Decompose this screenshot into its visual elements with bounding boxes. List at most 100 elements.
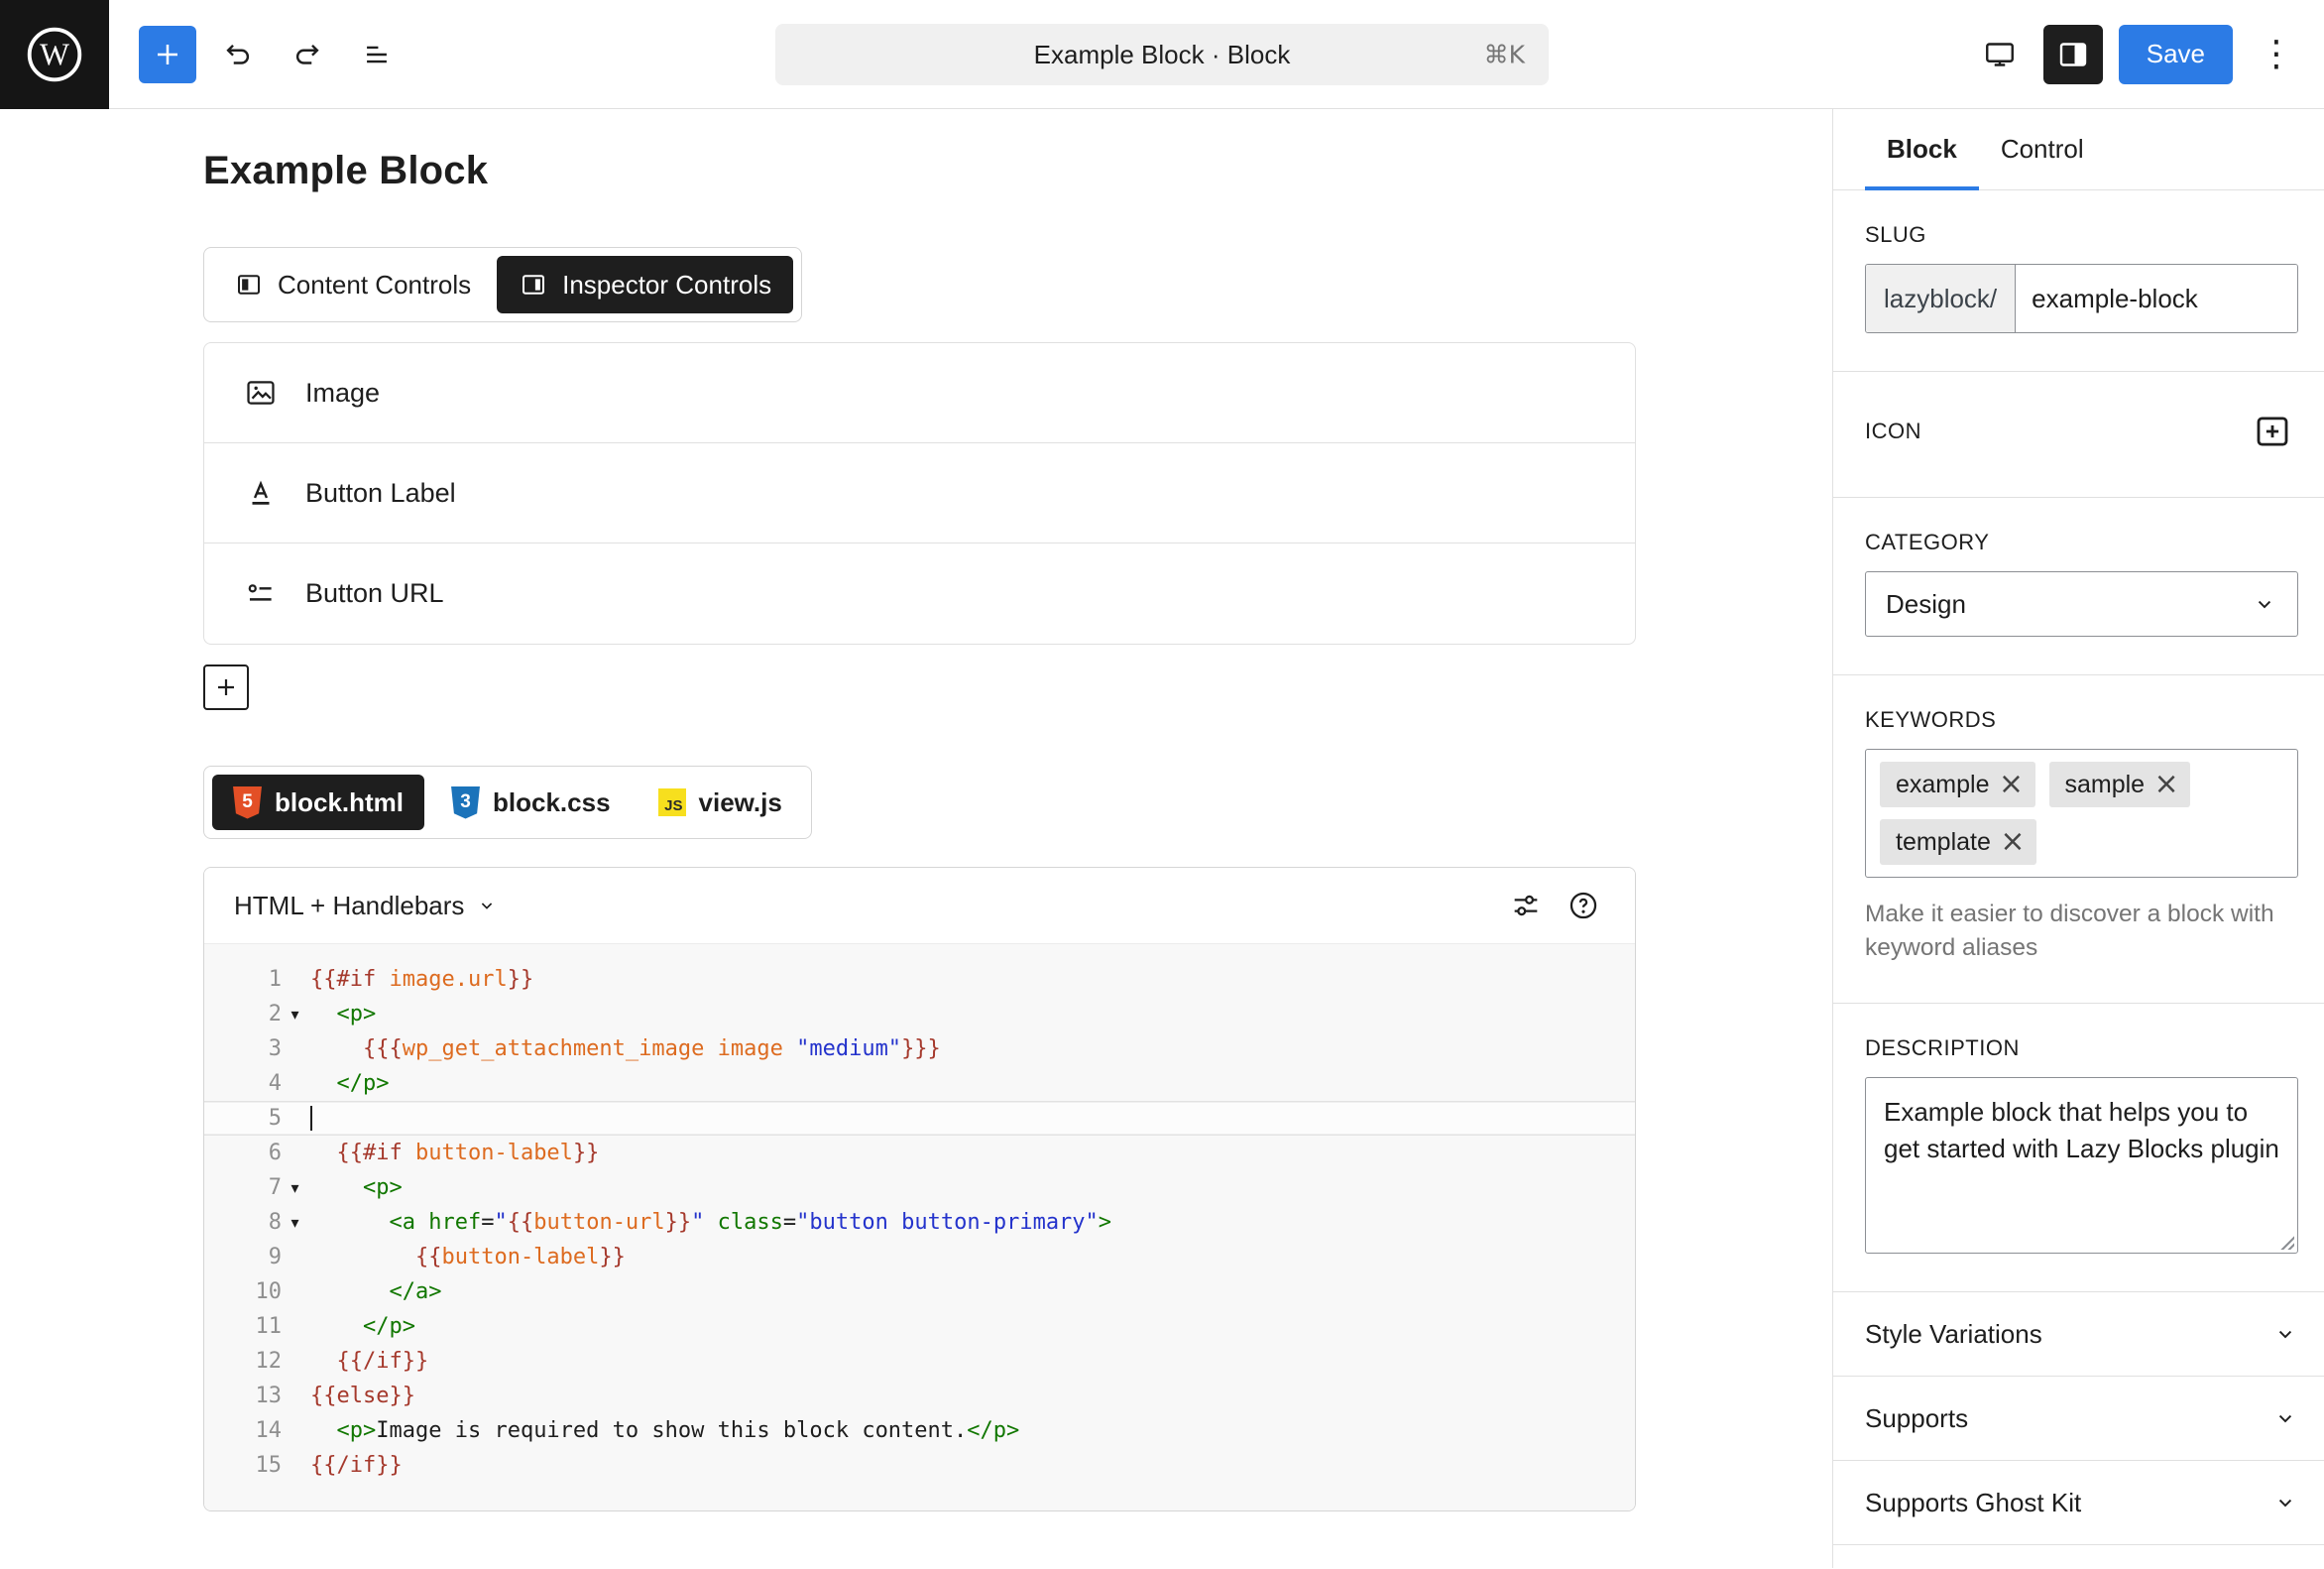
remove-keyword-button[interactable]: ×: [2149, 767, 2184, 802]
code-text: {{#if image.url}}: [308, 967, 533, 992]
code-line[interactable]: 4 </p>: [204, 1066, 1635, 1101]
undo-button[interactable]: [210, 27, 266, 82]
code-line[interactable]: 7▾ <p>: [204, 1170, 1635, 1205]
description-textarea[interactable]: Example block that helps you to get star…: [1865, 1077, 2298, 1254]
category-select[interactable]: Design: [1865, 571, 2298, 637]
code-line[interactable]: 14 <p>Image is required to show this blo…: [204, 1413, 1635, 1448]
code-line[interactable]: 6 {{#if button-label}}: [204, 1136, 1635, 1170]
document-title: Example Block · Block: [1034, 40, 1291, 70]
panel-condition[interactable]: Condition: [1833, 1545, 2324, 1568]
panel-supports-ghost-kit[interactable]: Supports Ghost Kit: [1833, 1461, 2324, 1545]
code-line[interactable]: 1{{#if image.url}}: [204, 962, 1635, 997]
add-control-button[interactable]: [203, 664, 249, 710]
sliders-icon: [1509, 889, 1543, 922]
list-view-icon: [360, 38, 394, 71]
tab-block[interactable]: Block: [1865, 109, 1979, 189]
code-token: {{: [508, 1210, 534, 1235]
code-text: <p>Image is required to show this block …: [308, 1418, 1019, 1443]
line-number: 7: [204, 1175, 282, 1200]
code-text: {{/if}}: [308, 1349, 428, 1374]
css3-icon: 3: [451, 786, 480, 819]
code-token: [310, 1175, 363, 1200]
document-bar[interactable]: Example Block · Block ⌘K: [775, 24, 1549, 85]
code-line[interactable]: 2▾ <p>: [204, 997, 1635, 1031]
line-number: 4: [204, 1071, 282, 1096]
remove-keyword-button[interactable]: ×: [1994, 767, 2030, 802]
editor-mode-select[interactable]: HTML + Handlebars: [234, 891, 498, 921]
panel-title: Style Variations: [1865, 1319, 2042, 1350]
code-line[interactable]: 15{{/if}}: [204, 1448, 1635, 1483]
document-overview-button[interactable]: [349, 27, 405, 82]
settings-sidebar-toggle-button[interactable]: [2043, 25, 2103, 84]
code-line[interactable]: 3 {{{wp_get_attachment_image image "medi…: [204, 1031, 1635, 1066]
tab-control[interactable]: Control: [1979, 109, 2106, 189]
panel-supports[interactable]: Supports: [1833, 1377, 2324, 1461]
code-token: "button button-primary": [796, 1210, 1099, 1235]
code-token: }}: [665, 1210, 692, 1235]
code-token: {{else}}: [310, 1384, 415, 1408]
remove-keyword-button[interactable]: ×: [1995, 824, 2031, 860]
code-token: </p>: [363, 1314, 415, 1339]
html5-icon: 5: [233, 786, 262, 819]
redo-icon: [290, 38, 324, 71]
tab-content-controls[interactable]: Content Controls: [212, 256, 493, 313]
fold-arrow-icon[interactable]: ▾: [282, 1005, 308, 1024]
code-token: <a: [389, 1210, 415, 1235]
code-tab-block-css[interactable]: 3block.css: [430, 775, 632, 830]
wordpress-logo[interactable]: W: [0, 0, 109, 109]
resize-handle-icon[interactable]: [2278, 1234, 2294, 1250]
code-token: href: [428, 1210, 481, 1235]
block-title[interactable]: Example Block: [203, 149, 1636, 193]
block-inserter-button[interactable]: [139, 26, 196, 83]
plus-icon: [153, 40, 182, 69]
code-token: </p>: [967, 1418, 1019, 1443]
slug-input-group: lazyblock/: [1865, 264, 2298, 333]
code-line[interactable]: 5: [204, 1101, 1635, 1136]
control-row[interactable]: Image: [204, 343, 1635, 443]
fold-arrow-icon[interactable]: ▾: [282, 1213, 308, 1232]
code-line[interactable]: 9 {{button-label}}: [204, 1240, 1635, 1274]
code-line[interactable]: 10 </a>: [204, 1274, 1635, 1309]
icon-picker-button[interactable]: [2247, 406, 2298, 457]
code-line[interactable]: 11 </p>: [204, 1309, 1635, 1344]
description-label: DESCRIPTION: [1865, 1035, 2298, 1061]
code-text: {{{wp_get_attachment_image image "medium…: [308, 1036, 941, 1061]
wordpress-icon: W: [22, 22, 87, 87]
editor-settings-button[interactable]: [1504, 884, 1548, 927]
code-token: {{#if: [310, 967, 376, 992]
icon-label: ICON: [1865, 419, 1921, 444]
chevron-down-icon: [2252, 591, 2277, 617]
code-line[interactable]: 13{{else}}: [204, 1379, 1635, 1413]
keywords-box[interactable]: example×sample×template×: [1865, 749, 2298, 878]
code-token: </a>: [389, 1279, 441, 1304]
slug-input[interactable]: [2016, 265, 2297, 332]
code-tab-view-js[interactable]: JSview.js: [638, 775, 803, 830]
preview-button[interactable]: [1972, 27, 2028, 82]
slug-prefix: lazyblock/: [1866, 265, 2016, 332]
panel-style-variations[interactable]: Style Variations: [1833, 1292, 2324, 1377]
code-tab-label: block.html: [275, 787, 404, 818]
code-line[interactable]: 12 {{/if}}: [204, 1344, 1635, 1379]
code-token: }}: [599, 1245, 626, 1269]
code-token: <p>: [337, 1002, 377, 1026]
line-number: 8: [204, 1210, 282, 1235]
code-token: {{/if}}: [337, 1349, 429, 1374]
category-value: Design: [1886, 589, 1966, 620]
options-menu-button[interactable]: ⋮: [2249, 27, 2304, 82]
code-token: class: [718, 1210, 783, 1235]
code-token: ": [691, 1210, 704, 1235]
control-row[interactable]: Button URL: [204, 543, 1635, 644]
text-cursor: [310, 1106, 312, 1131]
fold-arrow-icon[interactable]: ▾: [282, 1178, 308, 1197]
code-tab-block-html[interactable]: 5 block.html: [212, 775, 424, 830]
code-token: <p>: [363, 1175, 403, 1200]
redo-button[interactable]: [280, 27, 335, 82]
control-row[interactable]: Button Label: [204, 443, 1635, 543]
save-button[interactable]: Save: [2119, 25, 2233, 84]
tab-inspector-controls[interactable]: Inspector Controls: [497, 256, 793, 313]
slug-section: SLUG lazyblock/: [1833, 190, 2324, 372]
code-line[interactable]: 8▾ <a href="{{button-url}}" class="butto…: [204, 1205, 1635, 1240]
js-icon: JS: [658, 788, 686, 816]
code-token: wp_get_attachment_image image: [403, 1036, 783, 1061]
editor-help-button[interactable]: [1562, 884, 1605, 927]
